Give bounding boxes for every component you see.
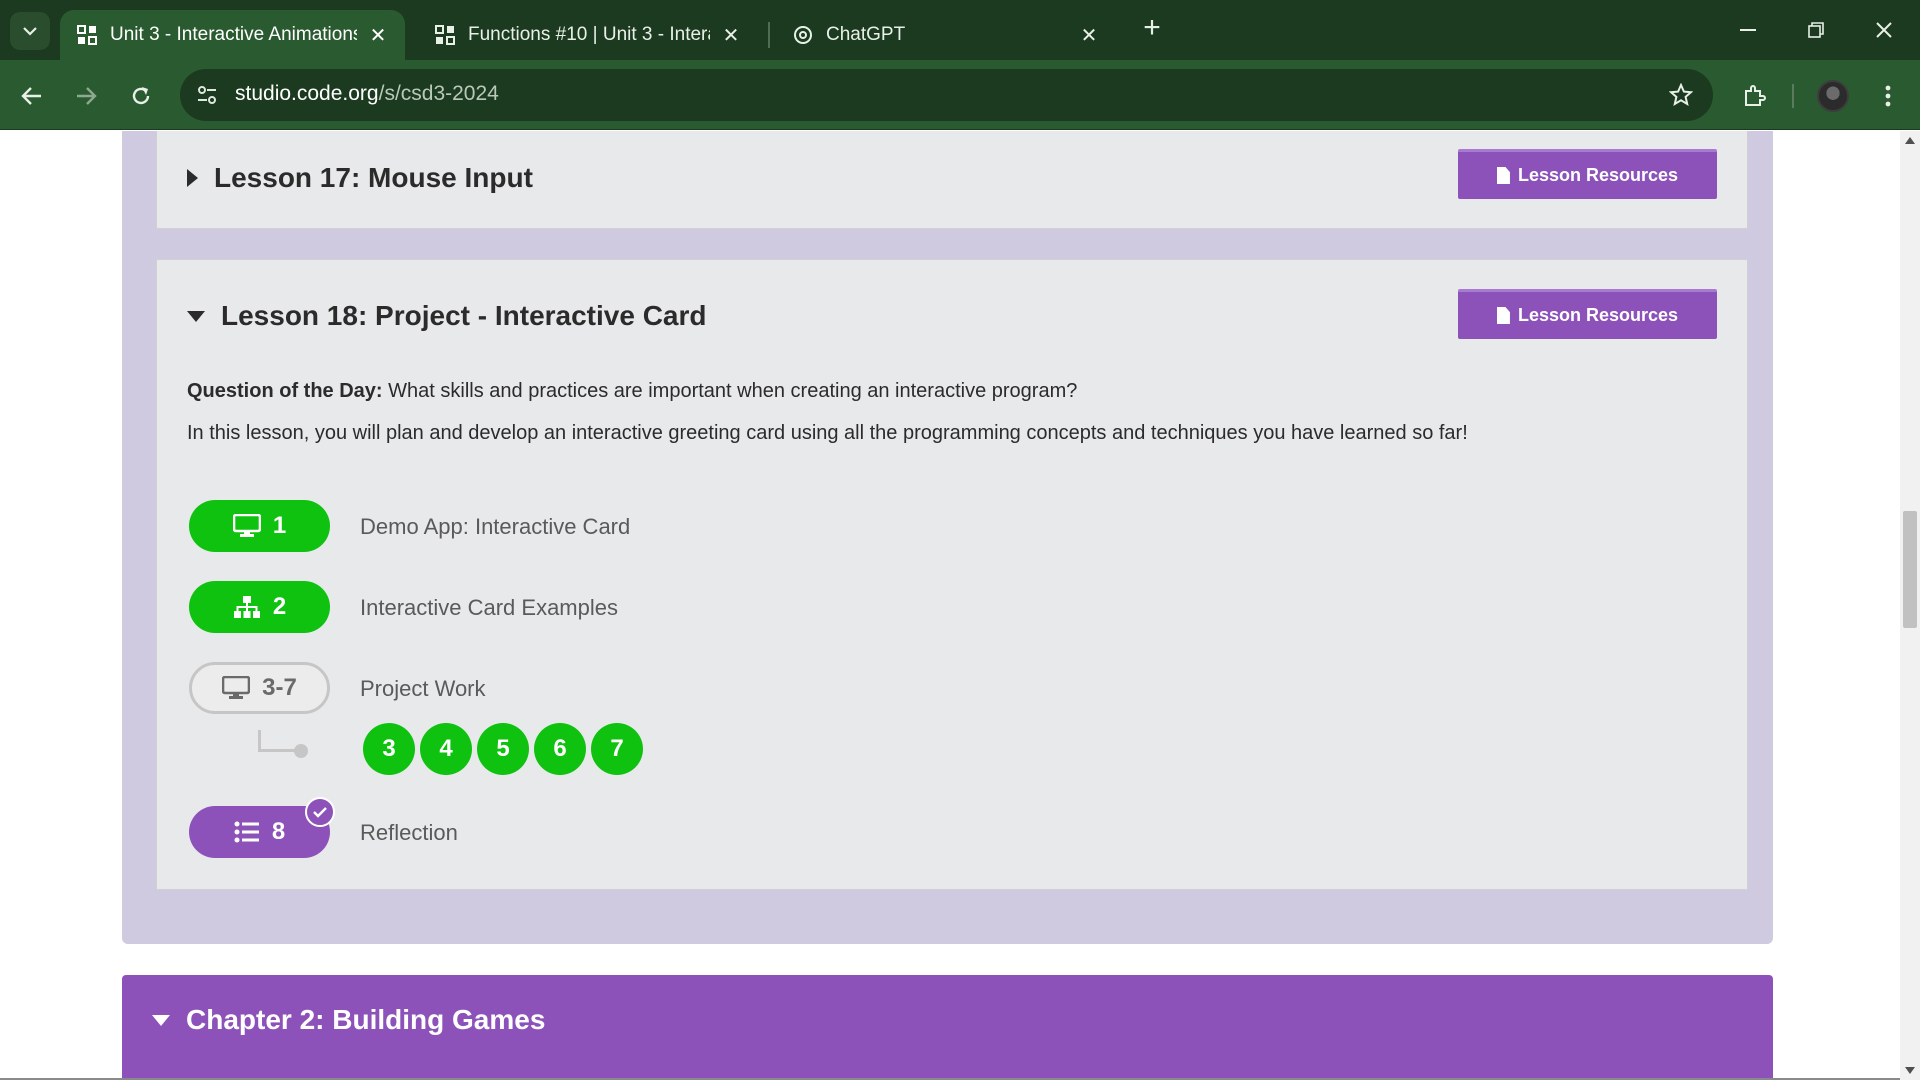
question-of-the-day: Question of the Day: What skills and pra…	[187, 380, 1077, 403]
browser-menu-button[interactable]	[1868, 76, 1908, 116]
minimize-button[interactable]	[1728, 10, 1768, 50]
level-2-label[interactable]: Interactive Card Examples	[360, 595, 618, 621]
browser-toolbar: studio.code.org/s/csd3-2024	[0, 60, 1920, 130]
chapter-1-section: Lesson 17: Mouse Input Lesson Resources …	[122, 131, 1773, 944]
minimize-icon	[1740, 29, 1756, 31]
tab-title: Unit 3 - Interactive Animations a	[110, 24, 357, 45]
chapter-2-toggle[interactable]: Chapter 2: Building Games	[152, 1004, 545, 1036]
monitor-icon	[232, 514, 261, 537]
list-icon	[234, 821, 259, 843]
vertical-scrollbar[interactable]	[1900, 131, 1920, 1080]
lesson-18-card: Lesson 18: Project - Interactive Card Le…	[156, 259, 1748, 890]
lesson-17-toggle[interactable]: Lesson 17: Mouse Input	[187, 162, 533, 194]
qod-text: What skills and practices are important …	[388, 380, 1078, 402]
qod-label: Question of the Day:	[187, 380, 383, 402]
lesson-18-toggle[interactable]: Lesson 18: Project - Interactive Card	[187, 300, 707, 332]
chatgpt-icon	[790, 22, 816, 48]
extensions-button[interactable]	[1734, 76, 1774, 116]
bookmark-star-icon[interactable]	[1667, 81, 1695, 109]
level-8-label[interactable]: Reflection	[360, 820, 458, 846]
document-icon	[1496, 167, 1510, 184]
lesson-title: Lesson 18: Project - Interactive Card	[221, 300, 707, 331]
browser-tab-bar: Unit 3 - Interactive Animations a ✕ Func…	[0, 0, 1920, 60]
back-button[interactable]	[12, 76, 52, 116]
close-tab-icon[interactable]: ✕	[718, 22, 744, 48]
site-settings-icon[interactable]	[194, 82, 220, 108]
scroll-down-arrow-icon[interactable]	[1905, 1067, 1915, 1074]
lesson-resources-button[interactable]: Lesson Resources	[1458, 149, 1717, 199]
sublevel-3-bubble[interactable]: 3	[363, 723, 415, 775]
lesson-resources-button[interactable]: Lesson Resources	[1458, 289, 1717, 339]
restore-button[interactable]	[1796, 10, 1836, 50]
close-window-button[interactable]	[1864, 10, 1904, 50]
level-3-7-bubble[interactable]: 3-7	[189, 662, 330, 714]
level-number: 8	[271, 818, 286, 845]
sublevel-5-bubble[interactable]: 5	[477, 723, 529, 775]
document-icon	[1496, 307, 1510, 324]
restore-icon	[1808, 22, 1824, 38]
caret-down-icon	[187, 310, 205, 322]
button-label: Lesson Resources	[1517, 305, 1679, 325]
chapter-2-header[interactable]: Chapter 2: Building Games	[122, 975, 1773, 1080]
scroll-up-arrow-icon[interactable]	[1905, 137, 1915, 144]
kebab-menu-icon	[1885, 85, 1891, 107]
tab-title: ChatGPT	[826, 24, 906, 45]
tab-chatgpt[interactable]: ChatGPT ✕	[776, 10, 1116, 60]
tab-title: Functions #10 | Unit 3 - Interacti	[468, 24, 710, 45]
lesson-description: In this lesson, you will plan and develo…	[187, 422, 1468, 444]
sublevel-6-bubble[interactable]: 6	[534, 723, 586, 775]
level-1-bubble[interactable]: 1	[189, 500, 330, 552]
new-tab-button[interactable]: +	[1137, 13, 1167, 44]
puzzle-icon	[1745, 85, 1766, 106]
lesson-title: Lesson 17: Mouse Input	[214, 162, 533, 193]
arrow-right-icon	[77, 87, 97, 105]
arrow-left-icon	[21, 87, 41, 105]
checkmark-icon	[305, 797, 335, 827]
tab-functions[interactable]: Functions #10 | Unit 3 - Interacti ✕	[418, 10, 758, 60]
reload-icon	[132, 87, 150, 105]
tab-separator	[768, 22, 770, 48]
level-3-7-label[interactable]: Project Work	[360, 676, 486, 702]
profile-avatar[interactable]	[1817, 80, 1849, 112]
level-1-label[interactable]: Demo App: Interactive Card	[360, 514, 630, 540]
level-2-bubble[interactable]: 2	[189, 581, 330, 633]
sublevel-4-bubble[interactable]: 4	[420, 723, 472, 775]
reload-button[interactable]	[121, 76, 161, 116]
level-number: 3-7	[262, 674, 297, 701]
lesson-17-card: Lesson 17: Mouse Input Lesson Resources	[156, 131, 1748, 229]
forward-button[interactable]	[66, 76, 106, 116]
level-number: 2	[272, 593, 287, 620]
tab-search-button[interactable]	[10, 12, 50, 50]
address-bar[interactable]: studio.code.org/s/csd3-2024	[180, 69, 1713, 121]
monitor-icon	[222, 676, 251, 699]
page-content: Lesson 17: Mouse Input Lesson Resources …	[0, 131, 1900, 1080]
caret-right-icon	[187, 169, 198, 187]
button-label: Lesson Resources	[1517, 165, 1679, 185]
close-tab-icon[interactable]: ✕	[365, 22, 391, 48]
url-text: studio.code.org/s/csd3-2024	[235, 82, 499, 105]
chapter-title: Chapter 2: Building Games	[186, 1004, 546, 1035]
toolbar-divider	[1792, 84, 1794, 108]
code-org-icon	[432, 22, 458, 48]
sitemap-icon	[233, 596, 260, 618]
code-org-icon	[74, 22, 100, 48]
sublevel-7-bubble[interactable]: 7	[591, 723, 643, 775]
caret-down-icon	[152, 1014, 170, 1026]
level-number: 1	[272, 512, 287, 539]
sublevel-connector-dot	[294, 744, 308, 758]
close-tab-icon[interactable]: ✕	[1076, 22, 1102, 48]
tab-unit3[interactable]: Unit 3 - Interactive Animations a ✕	[60, 10, 405, 60]
chevron-down-icon	[23, 26, 37, 36]
close-icon	[1876, 22, 1892, 38]
scrollbar-thumb[interactable]	[1903, 511, 1917, 628]
